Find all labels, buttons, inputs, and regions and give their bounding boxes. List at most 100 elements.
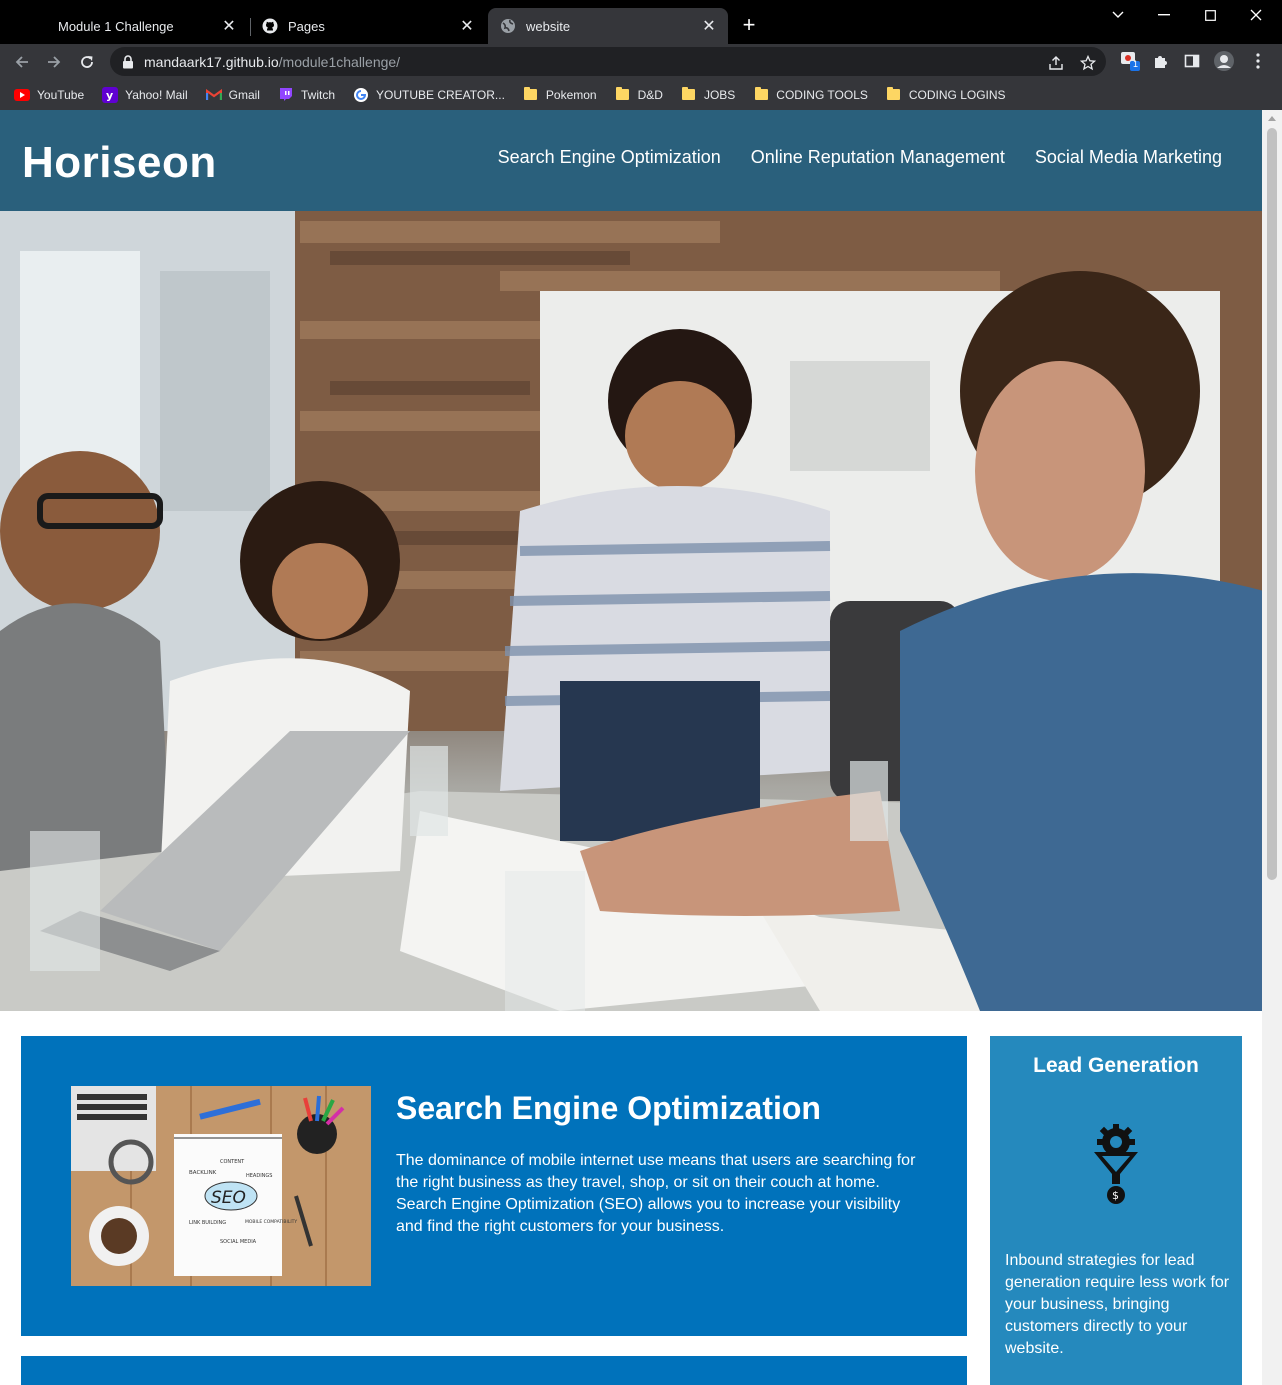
folder-icon bbox=[886, 87, 902, 103]
bookmark-label: Twitch bbox=[300, 87, 335, 102]
browser-toolbar: mandaark17.github.io/module1challenge/ 1 bbox=[0, 44, 1282, 79]
new-tab-button[interactable]: + bbox=[737, 14, 761, 38]
bookmark-twitch[interactable]: Twitch bbox=[278, 87, 335, 103]
lead-generation-title: Lead Generation bbox=[1033, 1054, 1199, 1077]
close-tab-icon[interactable]: ✕ bbox=[220, 17, 238, 35]
tab-label: Module 1 Challenge bbox=[58, 18, 174, 34]
gmail-icon bbox=[205, 87, 222, 103]
tab-label: website bbox=[526, 18, 571, 34]
lock-icon[interactable] bbox=[122, 55, 134, 69]
github-icon bbox=[262, 18, 278, 34]
chevron-down-icon bbox=[1112, 11, 1124, 18]
seo-image-word: SOCIAL MEDIA bbox=[220, 1239, 257, 1245]
close-window-button[interactable] bbox=[1233, 4, 1279, 26]
bookmark-youtube[interactable]: YouTube bbox=[14, 87, 84, 103]
maximize-button[interactable] bbox=[1187, 4, 1233, 26]
folder-icon bbox=[615, 87, 631, 103]
site-nav: Search Engine Optimization Online Reputa… bbox=[468, 147, 1222, 168]
puzzle-icon bbox=[1155, 56, 1167, 68]
globe-icon bbox=[500, 18, 516, 34]
address-bar[interactable]: mandaark17.github.io/module1challenge/ bbox=[110, 47, 1106, 76]
folder-icon bbox=[753, 87, 769, 103]
hero-image bbox=[0, 211, 1264, 1011]
close-tab-icon[interactable]: ✕ bbox=[458, 17, 476, 35]
lead-generation-body: Inbound strategies for lead generation r… bbox=[1005, 1252, 1230, 1357]
seo-title: Search Engine Optimization bbox=[396, 1090, 821, 1126]
close-tab-icon[interactable]: ✕ bbox=[700, 17, 718, 35]
bookmark-folder-coding-tools[interactable]: CODING TOOLS bbox=[753, 87, 868, 103]
bookmark-label: JOBS bbox=[703, 87, 736, 102]
extensions-menu-button[interactable] bbox=[1150, 50, 1172, 72]
avatar bbox=[1214, 51, 1234, 71]
main-content: CONTENT BACKLINK HEADINGS SEO LINK BUILD… bbox=[0, 1011, 1264, 1385]
nav-link-online-reputation[interactable]: Online Reputation Management bbox=[751, 147, 1005, 168]
share-icon[interactable] bbox=[1048, 55, 1064, 71]
site-header: Horiseon Search Engine Optimization Onli… bbox=[0, 110, 1264, 211]
bookmark-label: D&D bbox=[637, 87, 663, 102]
tab-module-1-challenge[interactable]: Module 1 Challenge ✕ bbox=[20, 8, 248, 44]
bookmark-star-icon[interactable] bbox=[1080, 55, 1096, 71]
bookmark-yahoo-mail[interactable]: y Yahoo! Mail bbox=[102, 86, 188, 103]
folder-icon bbox=[523, 87, 539, 103]
seo-image-word: SEO bbox=[211, 1188, 246, 1208]
forward-button[interactable] bbox=[42, 50, 66, 74]
bookmark-label: YOUTUBE CREATOR... bbox=[376, 87, 505, 102]
bookmarks-bar: YouTube y Yahoo! Mail Gmail Twitch YOUTU… bbox=[0, 79, 1282, 110]
page-icon bbox=[32, 18, 48, 34]
page-scrollbar[interactable] bbox=[1262, 110, 1282, 1385]
google-icon bbox=[353, 87, 369, 103]
seo-image-word: MOBILE COMPATIBILITY bbox=[245, 1219, 297, 1225]
seo-image-word: HEADINGS bbox=[246, 1173, 272, 1179]
bookmark-label: Gmail bbox=[228, 87, 260, 102]
profile-button[interactable] bbox=[1213, 50, 1235, 72]
extension-button[interactable]: 1 bbox=[1119, 50, 1141, 72]
tab-strip: Module 1 Challenge ✕ Pages ✕ website ✕ + bbox=[0, 0, 1282, 44]
nav-link-seo[interactable]: Search Engine Optimization bbox=[498, 147, 721, 168]
extension-badge-count: 1 bbox=[1133, 59, 1139, 69]
side-panel-button[interactable] bbox=[1181, 50, 1203, 72]
bookmark-label: Yahoo! Mail bbox=[125, 87, 188, 102]
scroll-up-arrow-icon[interactable] bbox=[1268, 116, 1276, 121]
svg-text:$: $ bbox=[1112, 1189, 1119, 1202]
bookmark-label: CODING LOGINS bbox=[908, 87, 1006, 102]
next-section bbox=[21, 1356, 967, 1385]
back-button[interactable] bbox=[10, 50, 34, 74]
nav-link-social-media[interactable]: Social Media Marketing bbox=[1035, 147, 1222, 168]
bookmark-folder-coding-logins[interactable]: CODING LOGINS bbox=[886, 87, 1006, 103]
seo-image-word: CONTENT bbox=[220, 1159, 245, 1165]
bookmark-youtube-creator[interactable]: YOUTUBE CREATOR... bbox=[353, 87, 505, 103]
page-viewport[interactable]: Horiseon Search Engine Optimization Onli… bbox=[0, 110, 1264, 1385]
folder-icon bbox=[681, 87, 697, 103]
seo-image-word: BACKLINK bbox=[189, 1170, 217, 1176]
yahoo-icon: y bbox=[102, 86, 119, 103]
bookmark-folder-jobs[interactable]: JOBS bbox=[681, 87, 735, 103]
seo-body: The dominance of mobile internet use mea… bbox=[396, 1152, 916, 1235]
url-path: /module1challenge/ bbox=[278, 53, 401, 70]
lead-funnel-icon: $ bbox=[1094, 1124, 1138, 1204]
chrome-menu-button[interactable] bbox=[1247, 50, 1269, 72]
forward-arrow-icon bbox=[48, 56, 61, 68]
reload-button[interactable] bbox=[75, 50, 99, 74]
minimize-button[interactable] bbox=[1141, 4, 1187, 26]
maximize-icon bbox=[1204, 9, 1216, 21]
site-logo[interactable]: Horiseon bbox=[22, 138, 217, 188]
bookmark-label: CODING TOOLS bbox=[776, 87, 868, 102]
seo-image-word: LINK BUILDING bbox=[189, 1220, 226, 1226]
bookmark-folder-dnd[interactable]: D&D bbox=[615, 87, 663, 103]
youtube-icon bbox=[14, 87, 30, 103]
back-arrow-icon bbox=[15, 56, 28, 68]
bookmark-gmail[interactable]: Gmail bbox=[205, 87, 260, 103]
tab-pages[interactable]: Pages ✕ bbox=[250, 8, 486, 44]
side-panel-icon bbox=[1184, 54, 1200, 68]
seo-section: CONTENT BACKLINK HEADINGS SEO LINK BUILD… bbox=[21, 1036, 967, 1336]
scrollbar-thumb[interactable] bbox=[1267, 128, 1277, 880]
minimize-icon bbox=[1158, 14, 1170, 16]
lead-generation-card: Lead Generation $ Inbound strategies for… bbox=[990, 1036, 1242, 1385]
bookmark-folder-pokemon[interactable]: Pokemon bbox=[523, 87, 597, 103]
close-icon bbox=[1250, 9, 1262, 21]
svg-text:y: y bbox=[106, 89, 113, 102]
tab-website[interactable]: website ✕ bbox=[488, 8, 728, 44]
twitch-icon bbox=[278, 87, 294, 103]
url-host: mandaark17.github.io bbox=[144, 53, 279, 70]
tab-search-button[interactable] bbox=[1095, 4, 1141, 26]
